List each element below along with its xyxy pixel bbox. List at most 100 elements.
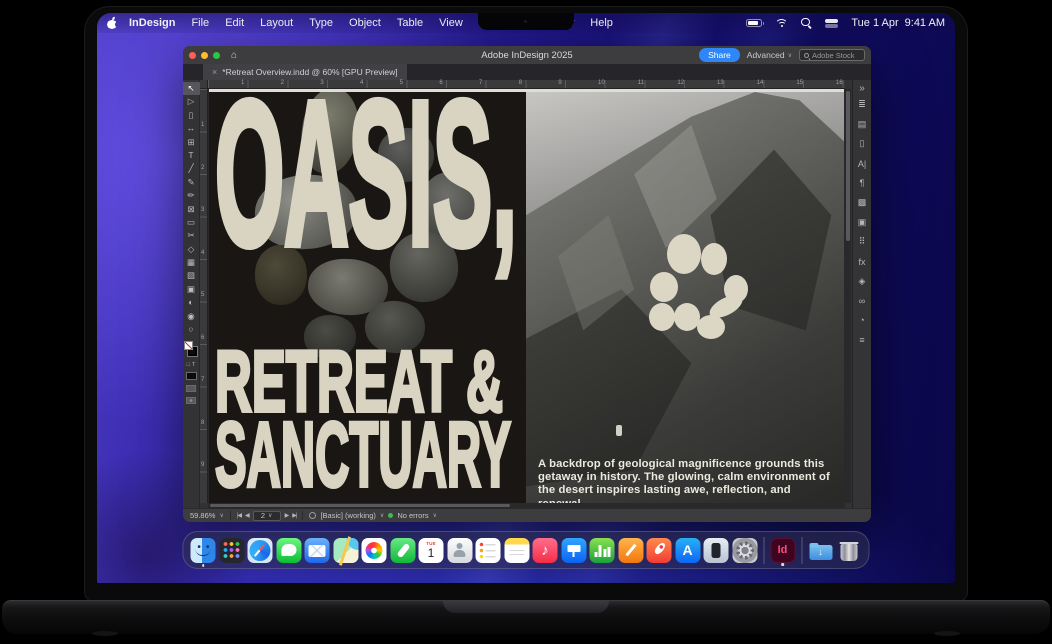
menu-app-name[interactable]: InDesign bbox=[129, 17, 175, 29]
gradient-swatch-tool-icon[interactable]: ▦ bbox=[183, 256, 200, 269]
control-center-icon[interactable] bbox=[825, 19, 838, 28]
menu-table[interactable]: Table bbox=[397, 17, 423, 29]
left-page[interactable]: OASIS, RETREAT & SANCTUARY bbox=[209, 92, 526, 503]
dock-music-icon[interactable]: ♪ bbox=[533, 538, 558, 563]
adobe-stock-search-input[interactable]: Adobe Stock bbox=[799, 49, 865, 61]
preflight-profile[interactable]: [Basic] (working) bbox=[320, 511, 375, 520]
hand-tool-icon[interactable]: ◉ bbox=[183, 310, 200, 323]
align-panel-icon[interactable]: ⠿ bbox=[853, 232, 872, 252]
collapse-panels-icon[interactable]: » bbox=[853, 81, 872, 95]
horizontal-scrollbar-thumb[interactable] bbox=[210, 504, 510, 507]
dock-keynote-icon[interactable] bbox=[561, 538, 586, 563]
apply-color-button[interactable] bbox=[186, 372, 197, 380]
dock-messages-icon[interactable] bbox=[276, 538, 301, 563]
chevron-down-icon[interactable]: ∨ bbox=[433, 512, 437, 519]
right-page-mountain-photo[interactable]: A backdrop of geological magnificence gr… bbox=[526, 92, 844, 503]
horizontal-ruler[interactable]: 12345678910111213141516 bbox=[208, 80, 845, 89]
fill-stroke-swatches[interactable] bbox=[184, 341, 198, 358]
rectangle-tool-icon[interactable]: ▭ bbox=[183, 216, 200, 229]
links-panel-icon[interactable]: ∞ bbox=[853, 291, 872, 311]
dock-numbers-icon[interactable] bbox=[590, 538, 615, 563]
apple-menu-icon[interactable] bbox=[107, 17, 117, 30]
menu-edit[interactable]: Edit bbox=[225, 17, 244, 29]
zoom-tool-icon[interactable]: ○ bbox=[183, 323, 200, 336]
stroke-panel-icon[interactable]: ≡ bbox=[853, 330, 872, 350]
dock-facetime-icon[interactable] bbox=[390, 538, 415, 563]
previous-page-button[interactable]: ◀ bbox=[245, 512, 249, 519]
frame-tool-icon[interactable]: ⊠ bbox=[183, 203, 200, 216]
dock-mail-icon[interactable] bbox=[305, 538, 330, 563]
preview-mode-button[interactable] bbox=[186, 397, 196, 404]
swatches-panel-icon[interactable]: ▩ bbox=[853, 193, 872, 213]
layers-panel-icon[interactable]: ◈ bbox=[853, 271, 872, 291]
close-tab-icon[interactable]: × bbox=[212, 67, 217, 77]
pages-panel-icon[interactable]: ▯ bbox=[853, 134, 872, 154]
dock-maps-icon[interactable] bbox=[333, 538, 358, 563]
character-panel-icon[interactable]: A| bbox=[853, 154, 872, 174]
gap-tool-icon[interactable]: ↔ bbox=[183, 122, 200, 135]
dock-reminders-icon[interactable] bbox=[476, 538, 501, 563]
vertical-scrollbar[interactable] bbox=[845, 89, 851, 503]
home-icon[interactable]: ⌂ bbox=[231, 50, 237, 61]
dock-rocket-icon[interactable] bbox=[647, 538, 672, 563]
dock-downloads-icon[interactable]: ↓ bbox=[808, 538, 833, 563]
fill-swatch-none[interactable] bbox=[184, 341, 193, 350]
dock-notes-icon[interactable] bbox=[504, 538, 529, 563]
menu-file[interactable]: File bbox=[191, 17, 209, 29]
zoom-level[interactable]: 59.86% bbox=[190, 511, 215, 520]
selection-tool-icon[interactable]: ↖ bbox=[183, 82, 200, 95]
menu-help[interactable]: Help bbox=[590, 17, 613, 29]
document-canvas[interactable]: OASIS, RETREAT & SANCTUARY bbox=[208, 89, 845, 503]
eyedropper-tool-icon[interactable]: ◐ bbox=[183, 296, 200, 309]
window-titlebar[interactable]: ⌂ Adobe InDesign 2025 Share Advanced ∨ A… bbox=[183, 46, 871, 64]
cc-libraries-panel-icon[interactable]: ▤ bbox=[853, 115, 872, 135]
vertical-scrollbar-thumb[interactable] bbox=[846, 91, 850, 241]
color-theme-panel-icon[interactable]: ◔ bbox=[853, 311, 872, 331]
minimize-window-button[interactable] bbox=[201, 52, 208, 59]
dock-iphone-mirroring-icon[interactable] bbox=[704, 538, 729, 563]
text-wrap-panel-icon[interactable]: ▣ bbox=[853, 213, 872, 233]
pencil-tool-icon[interactable]: ✏ bbox=[183, 189, 200, 202]
screen-mode-button[interactable] bbox=[186, 385, 196, 392]
effects-panel-icon[interactable]: fx bbox=[853, 252, 872, 272]
formatting-toggles[interactable]: □T bbox=[187, 362, 196, 368]
pen-tool-icon[interactable]: ✎ bbox=[183, 176, 200, 189]
dock-contacts-icon[interactable] bbox=[447, 538, 472, 563]
free-transform-tool-icon[interactable]: ◇ bbox=[183, 243, 200, 256]
dock-app-store-icon[interactable]: A bbox=[675, 538, 700, 563]
properties-panel-icon[interactable]: ≣ bbox=[853, 95, 872, 115]
dock-safari-icon[interactable] bbox=[248, 538, 273, 563]
dock-finder-icon[interactable] bbox=[191, 538, 216, 563]
direct-selection-tool-icon[interactable]: ▷ bbox=[183, 95, 200, 108]
page-spread[interactable]: OASIS, RETREAT & SANCTUARY bbox=[209, 89, 844, 503]
dock-system-settings-icon[interactable] bbox=[732, 538, 757, 563]
zoom-window-button[interactable] bbox=[213, 52, 220, 59]
search-icon[interactable] bbox=[801, 18, 812, 29]
dock-indesign-icon[interactable]: Id bbox=[770, 538, 795, 563]
next-page-button[interactable]: ▶ bbox=[285, 512, 289, 519]
content-collector-tool-icon[interactable]: ⊞ bbox=[183, 136, 200, 149]
preflight-icon[interactable] bbox=[309, 512, 316, 519]
chevron-down-icon[interactable]: ∨ bbox=[380, 512, 384, 519]
note-tool-icon[interactable]: ▣ bbox=[183, 283, 200, 296]
document-tab[interactable]: × *Retreat Overview.indd @ 60% [GPU Prev… bbox=[203, 64, 407, 80]
gradient-feather-tool-icon[interactable]: ▨ bbox=[183, 269, 200, 282]
menu-clock[interactable]: Tue 1 Apr 9:41 AM bbox=[851, 17, 945, 29]
dock-calendar-icon[interactable]: TUE1 bbox=[419, 538, 444, 563]
type-tool-icon[interactable]: T bbox=[183, 149, 200, 162]
chevron-down-icon[interactable]: ∨ bbox=[219, 512, 223, 519]
menu-layout[interactable]: Layout bbox=[260, 17, 293, 29]
dock-trash-icon[interactable] bbox=[837, 538, 862, 563]
share-button[interactable]: Share bbox=[699, 48, 740, 62]
paragraph-panel-icon[interactable]: ¶ bbox=[853, 173, 872, 193]
menu-object[interactable]: Object bbox=[349, 17, 381, 29]
workspace-switcher[interactable]: Advanced ∨ bbox=[747, 50, 792, 60]
wifi-icon[interactable] bbox=[775, 18, 788, 28]
dock-launchpad-icon[interactable] bbox=[219, 538, 244, 563]
menu-type[interactable]: Type bbox=[309, 17, 333, 29]
battery-icon[interactable] bbox=[746, 19, 762, 27]
ruler-origin-corner[interactable] bbox=[200, 80, 208, 89]
page-tool-icon[interactable]: ▯ bbox=[183, 109, 200, 122]
dock-pages-icon[interactable] bbox=[618, 538, 643, 563]
page-number-field[interactable]: 2 ∨ bbox=[253, 511, 281, 521]
